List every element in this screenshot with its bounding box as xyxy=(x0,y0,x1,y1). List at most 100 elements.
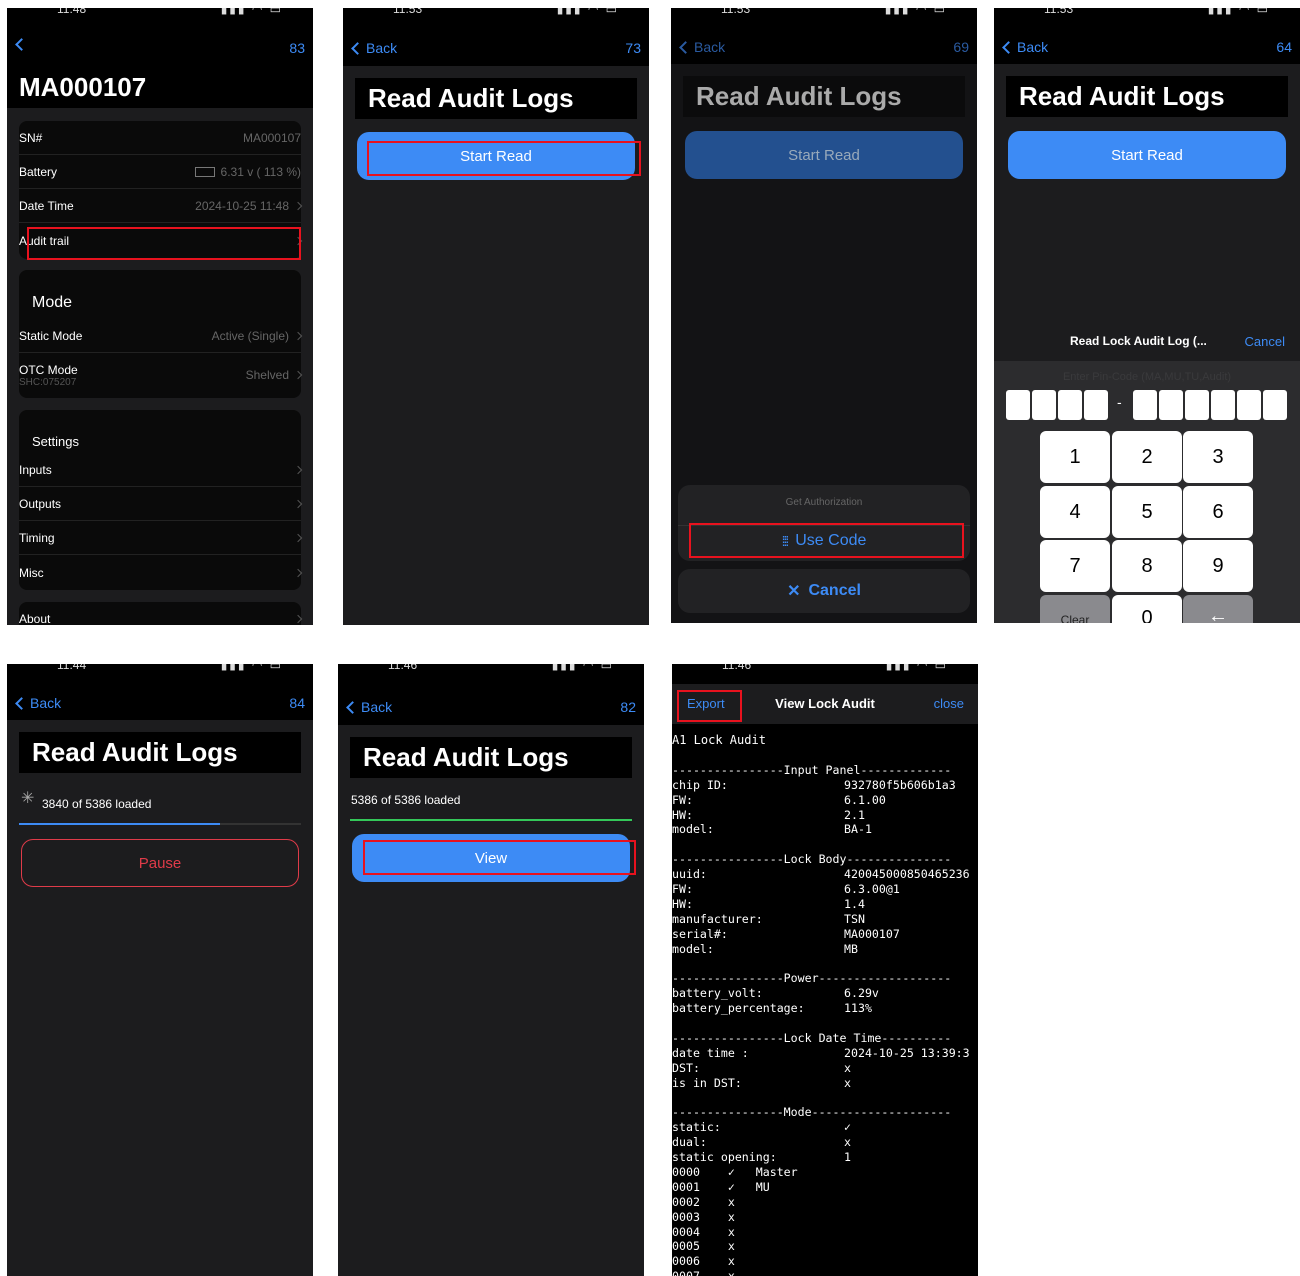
chevron-right-icon xyxy=(293,499,303,508)
key-1[interactable]: 1 xyxy=(1040,431,1110,483)
log-value: 932780f5b606b1a3 xyxy=(844,777,956,792)
nav-bar: Back 69 xyxy=(671,39,977,61)
log-line: 0007 x xyxy=(672,1269,978,1276)
key-6[interactable]: 6 xyxy=(1183,486,1253,538)
screen-loading-logs: 11:44 ▮▮▮ ◠ ▭ Back 84 Read Audit Logs ✳ 3… xyxy=(7,664,313,1276)
screen-device-info: 11:48 ▮▮▮ ◠ ▭ 83 MA000107 SN# MA000107 Bat… xyxy=(7,8,313,625)
row-timing[interactable]: Timing xyxy=(19,521,303,555)
log-line: ----------------Lock Body--------------- xyxy=(672,852,978,867)
log-line: 0004 x xyxy=(672,1225,978,1240)
pin-digit-field[interactable] xyxy=(1058,390,1082,420)
key-4[interactable]: 4 xyxy=(1040,486,1110,538)
log-key: static opening: xyxy=(672,1150,777,1165)
row-otc-mode[interactable]: OTC Mode SHC:075207 Shelved xyxy=(19,353,303,397)
log-value: 1 xyxy=(844,1150,851,1165)
status-bar: 11:53 ▮▮▮ ◠ ▭ xyxy=(393,8,619,16)
nav-bar: Back 84 xyxy=(7,695,313,717)
pin-digit-field[interactable] xyxy=(1159,390,1183,420)
close-button[interactable]: close xyxy=(934,696,964,711)
pin-digit-field[interactable] xyxy=(1263,390,1287,420)
content-area xyxy=(338,725,644,1276)
key-3[interactable]: 3 xyxy=(1183,431,1253,483)
highlight-view xyxy=(363,840,636,875)
start-read-button[interactable]: Start Read xyxy=(1008,131,1286,179)
battery-icon xyxy=(194,166,215,177)
log-key: 0000 ✓ Master xyxy=(672,1164,798,1179)
log-key: date time : xyxy=(672,1045,749,1060)
key-9[interactable]: 9 xyxy=(1183,540,1253,592)
mode-header: Mode xyxy=(32,294,73,311)
pin-digit-field[interactable] xyxy=(1211,390,1235,420)
nav-bar: Back 82 xyxy=(338,699,644,721)
page-title: Read Audit Logs xyxy=(19,732,301,773)
log-value: 1.4 xyxy=(844,896,865,911)
chevron-left-icon xyxy=(1002,40,1015,54)
log-line: ----------------Lock Date Time---------- xyxy=(672,1031,978,1046)
chevron-left-icon xyxy=(346,700,359,714)
pin-digit-field[interactable] xyxy=(1006,390,1030,420)
dialog-cancel-button[interactable]: Cancel xyxy=(1245,334,1285,349)
pin-digit-field[interactable] xyxy=(1133,390,1157,420)
key-2[interactable]: 2 xyxy=(1112,431,1182,483)
log-value: x xyxy=(844,1075,851,1090)
key-8[interactable]: 8 xyxy=(1112,540,1182,592)
log-key: 0007 x xyxy=(672,1269,735,1276)
pin-digit-field[interactable] xyxy=(1084,390,1108,420)
row-misc[interactable]: Misc xyxy=(19,556,303,590)
nav-count: 83 xyxy=(289,40,305,56)
chevron-right-icon xyxy=(293,331,303,340)
log-key: 0005 x xyxy=(672,1239,735,1254)
log-line: battery_percentage: 113% xyxy=(672,1001,978,1016)
log-line: HW: 1.4 xyxy=(672,897,978,912)
log-value: BA-1 xyxy=(844,822,872,837)
nav-count: 82 xyxy=(620,699,636,715)
row-date-time[interactable]: Date Time 2024-10-25 11:48 xyxy=(19,189,303,223)
pin-digit-field[interactable] xyxy=(1032,390,1056,420)
nav-bar: 83 xyxy=(7,38,313,62)
back-button[interactable]: Back xyxy=(13,695,61,711)
pin-digit-field[interactable] xyxy=(1237,390,1261,420)
log-key: HW: xyxy=(672,807,693,822)
back-button[interactable]: Back xyxy=(1000,39,1048,55)
row-inputs[interactable]: Inputs xyxy=(19,453,303,487)
back-button[interactable]: Back xyxy=(349,40,397,56)
key-7[interactable]: 7 xyxy=(1040,540,1110,592)
header-title: View Lock Audit xyxy=(775,696,875,711)
log-line: battery_volt: 6.29v xyxy=(672,986,978,1001)
key-5[interactable]: 5 xyxy=(1112,486,1182,538)
log-line: is in DST: x xyxy=(672,1076,978,1091)
start-read-button[interactable]: Start Read xyxy=(685,131,963,179)
page-title: MA000107 xyxy=(19,72,147,102)
back-button[interactable] xyxy=(13,38,28,51)
back-button[interactable]: Back xyxy=(677,39,725,55)
cancel-button[interactable]: ✕ Cancel xyxy=(678,569,970,613)
status-bar: 11:53 ▮▮▮ ◠ ▭ xyxy=(721,8,947,16)
row-outputs[interactable]: Outputs xyxy=(19,487,303,521)
row-static-mode[interactable]: Static Mode Active (Single) xyxy=(19,319,303,353)
log-key: static: xyxy=(672,1120,721,1135)
back-button[interactable]: Back xyxy=(344,699,392,715)
key-0[interactable]: 0 xyxy=(1112,595,1182,623)
log-line: 0000 ✓ Master xyxy=(672,1165,978,1180)
pin-digit-field[interactable] xyxy=(1185,390,1209,420)
highlight-start-read xyxy=(367,141,641,176)
log-key: ----------------Power------------------- xyxy=(672,971,952,986)
log-key: ----------------Lock Date Time---------- xyxy=(672,1030,952,1045)
screen-pin-entry: 11:53 ▮▮▮ ◠ ▭ Back 64 Read Audit Logs Sta… xyxy=(994,8,1300,623)
log-key: uuid: xyxy=(672,867,707,882)
log-value: 2.1 xyxy=(844,807,865,822)
status-bar: 11:46 ▮▮▮ ◠ ▭ xyxy=(388,664,614,672)
audit-log-text: ----------------Input Panel-------------… xyxy=(672,748,978,1276)
status-bar: 11:44 ▮▮▮ ◠ ▭ xyxy=(57,664,283,672)
key-backspace[interactable]: ← xyxy=(1183,595,1253,623)
log-line: manufacturer: TSN xyxy=(672,912,978,927)
row-about[interactable]: About xyxy=(19,602,303,625)
log-line: FW: 6.1.00 xyxy=(672,793,978,808)
row-battery: Battery 6.31 v ( 113 %) xyxy=(19,155,301,189)
nav-count: 69 xyxy=(953,39,969,55)
log-line: uuid: 420045000850465236 xyxy=(672,867,978,882)
log-key: DST: xyxy=(672,1060,700,1075)
pause-button[interactable]: Pause xyxy=(21,839,299,887)
key-clear[interactable]: Clear xyxy=(1040,595,1110,623)
